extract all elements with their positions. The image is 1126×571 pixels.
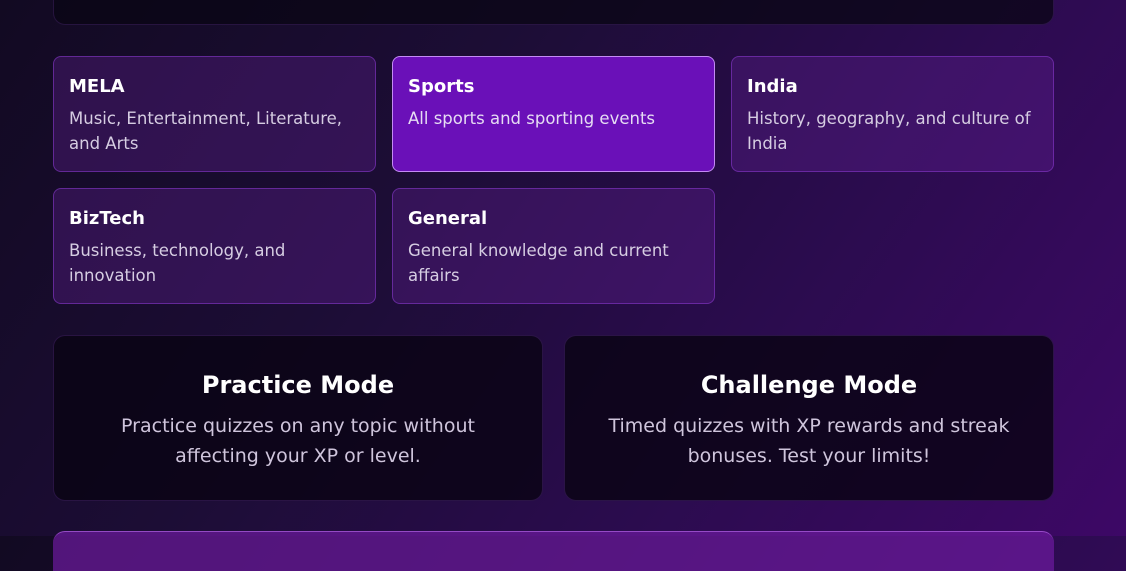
category-description: General knowledge and current affairs <box>408 241 669 285</box>
category-title: Sports <box>408 76 475 97</box>
category-title: MELA <box>69 76 125 97</box>
category-description: Music, Entertainment, Literature, and Ar… <box>69 109 343 153</box>
mode-title: Challenge Mode <box>700 371 918 399</box>
category-card-biztech[interactable]: BizTech Business, technology, and innova… <box>53 188 376 304</box>
top-panel <box>53 0 1054 25</box>
mode-description: Timed quizzes with XP rewards and streak… <box>608 415 1010 467</box>
practice-mode-card[interactable]: Practice Mode Practice quizzes on any to… <box>53 335 543 501</box>
category-card-india[interactable]: India History, geography, and culture of… <box>731 56 1054 172</box>
category-title: BizTech <box>69 208 145 229</box>
mode-description: Practice quizzes on any topic without af… <box>121 415 475 467</box>
category-card-general[interactable]: General General knowledge and current af… <box>392 188 715 304</box>
challenge-mode-card[interactable]: Challenge Mode Timed quizzes with XP rew… <box>564 335 1054 501</box>
category-description: Business, technology, and innovation <box>69 241 286 285</box>
category-title: General <box>408 208 488 229</box>
bottom-panel <box>53 531 1054 571</box>
category-title: India <box>747 76 798 97</box>
category-card-sports[interactable]: Sports All sports and sporting events <box>392 56 715 172</box>
category-description: All sports and sporting events <box>408 109 656 128</box>
category-description: History, geography, and culture of India <box>747 109 1031 153</box>
category-card-mela[interactable]: MELA Music, Entertainment, Literature, a… <box>53 56 376 172</box>
mode-title: Practice Mode <box>201 371 395 399</box>
